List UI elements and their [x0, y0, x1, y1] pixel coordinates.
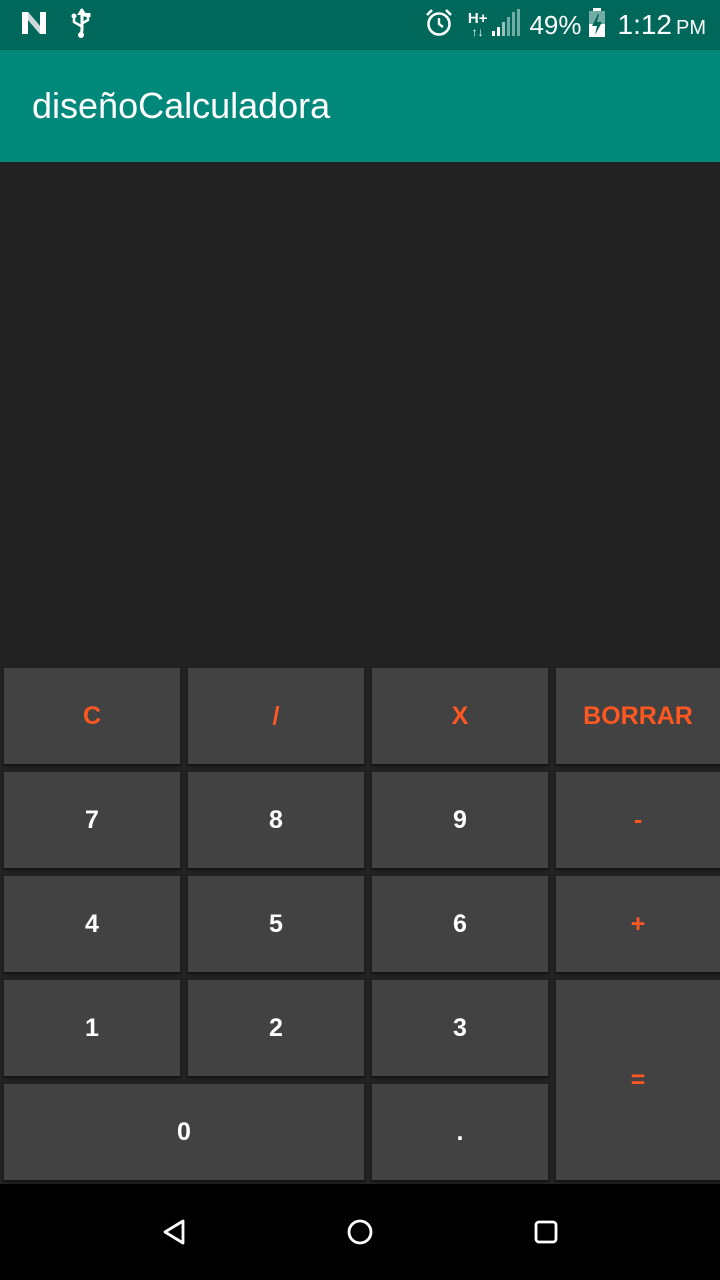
home-icon[interactable] [340, 1212, 380, 1252]
plus-button[interactable]: + [556, 876, 720, 972]
digit-8-button[interactable]: 8 [188, 772, 364, 868]
hplus-data-icon: H+ ↑↓ [467, 10, 488, 39]
battery-charging-icon [588, 7, 606, 43]
app-bar: diseñoCalculadora [0, 50, 720, 162]
battery-percent: 49% [529, 9, 582, 40]
clear-button[interactable]: C [4, 668, 180, 764]
digit-6-button[interactable]: 6 [372, 876, 548, 972]
digit-7-button[interactable]: 7 [4, 772, 180, 868]
status-bar: H+ ↑↓ 49% 1:12 PM [0, 0, 720, 50]
digit-0-button[interactable]: 0 [4, 1084, 364, 1180]
status-time: 1:12 [617, 9, 673, 40]
digit-4-button[interactable]: 4 [4, 876, 180, 972]
network-type-label: H+ [467, 10, 488, 27]
digit-5-button[interactable]: 5 [188, 876, 364, 972]
calculator-display [0, 162, 720, 666]
keypad: C / X BORRAR 7 8 9 - 4 5 6 + 1 2 3 = 0 . [0, 666, 720, 1184]
usb-icon [70, 7, 92, 43]
status-bar-right: H+ ↑↓ 49% 1:12 PM [424, 6, 706, 44]
status-ampm: PM [676, 16, 706, 39]
digit-1-button[interactable]: 1 [4, 980, 180, 1076]
recents-icon[interactable] [526, 1212, 566, 1252]
equals-button[interactable]: = [556, 980, 720, 1180]
multiply-button[interactable]: X [372, 668, 548, 764]
minus-button[interactable]: - [556, 772, 720, 868]
status-bar-left [20, 7, 92, 43]
digit-3-button[interactable]: 3 [372, 980, 548, 1076]
app-title: diseñoCalculadora [32, 85, 331, 126]
back-icon[interactable] [154, 1212, 194, 1252]
digit-9-button[interactable]: 9 [372, 772, 548, 868]
n-notification-icon [20, 10, 48, 41]
navigation-bar [0, 1184, 720, 1280]
digit-2-button[interactable]: 2 [188, 980, 364, 1076]
signal-icon [491, 8, 521, 42]
borrar-button[interactable]: BORRAR [556, 668, 720, 764]
divide-button[interactable]: / [188, 668, 364, 764]
decimal-point-button[interactable]: . [372, 1084, 548, 1180]
alarm-icon [424, 8, 454, 43]
